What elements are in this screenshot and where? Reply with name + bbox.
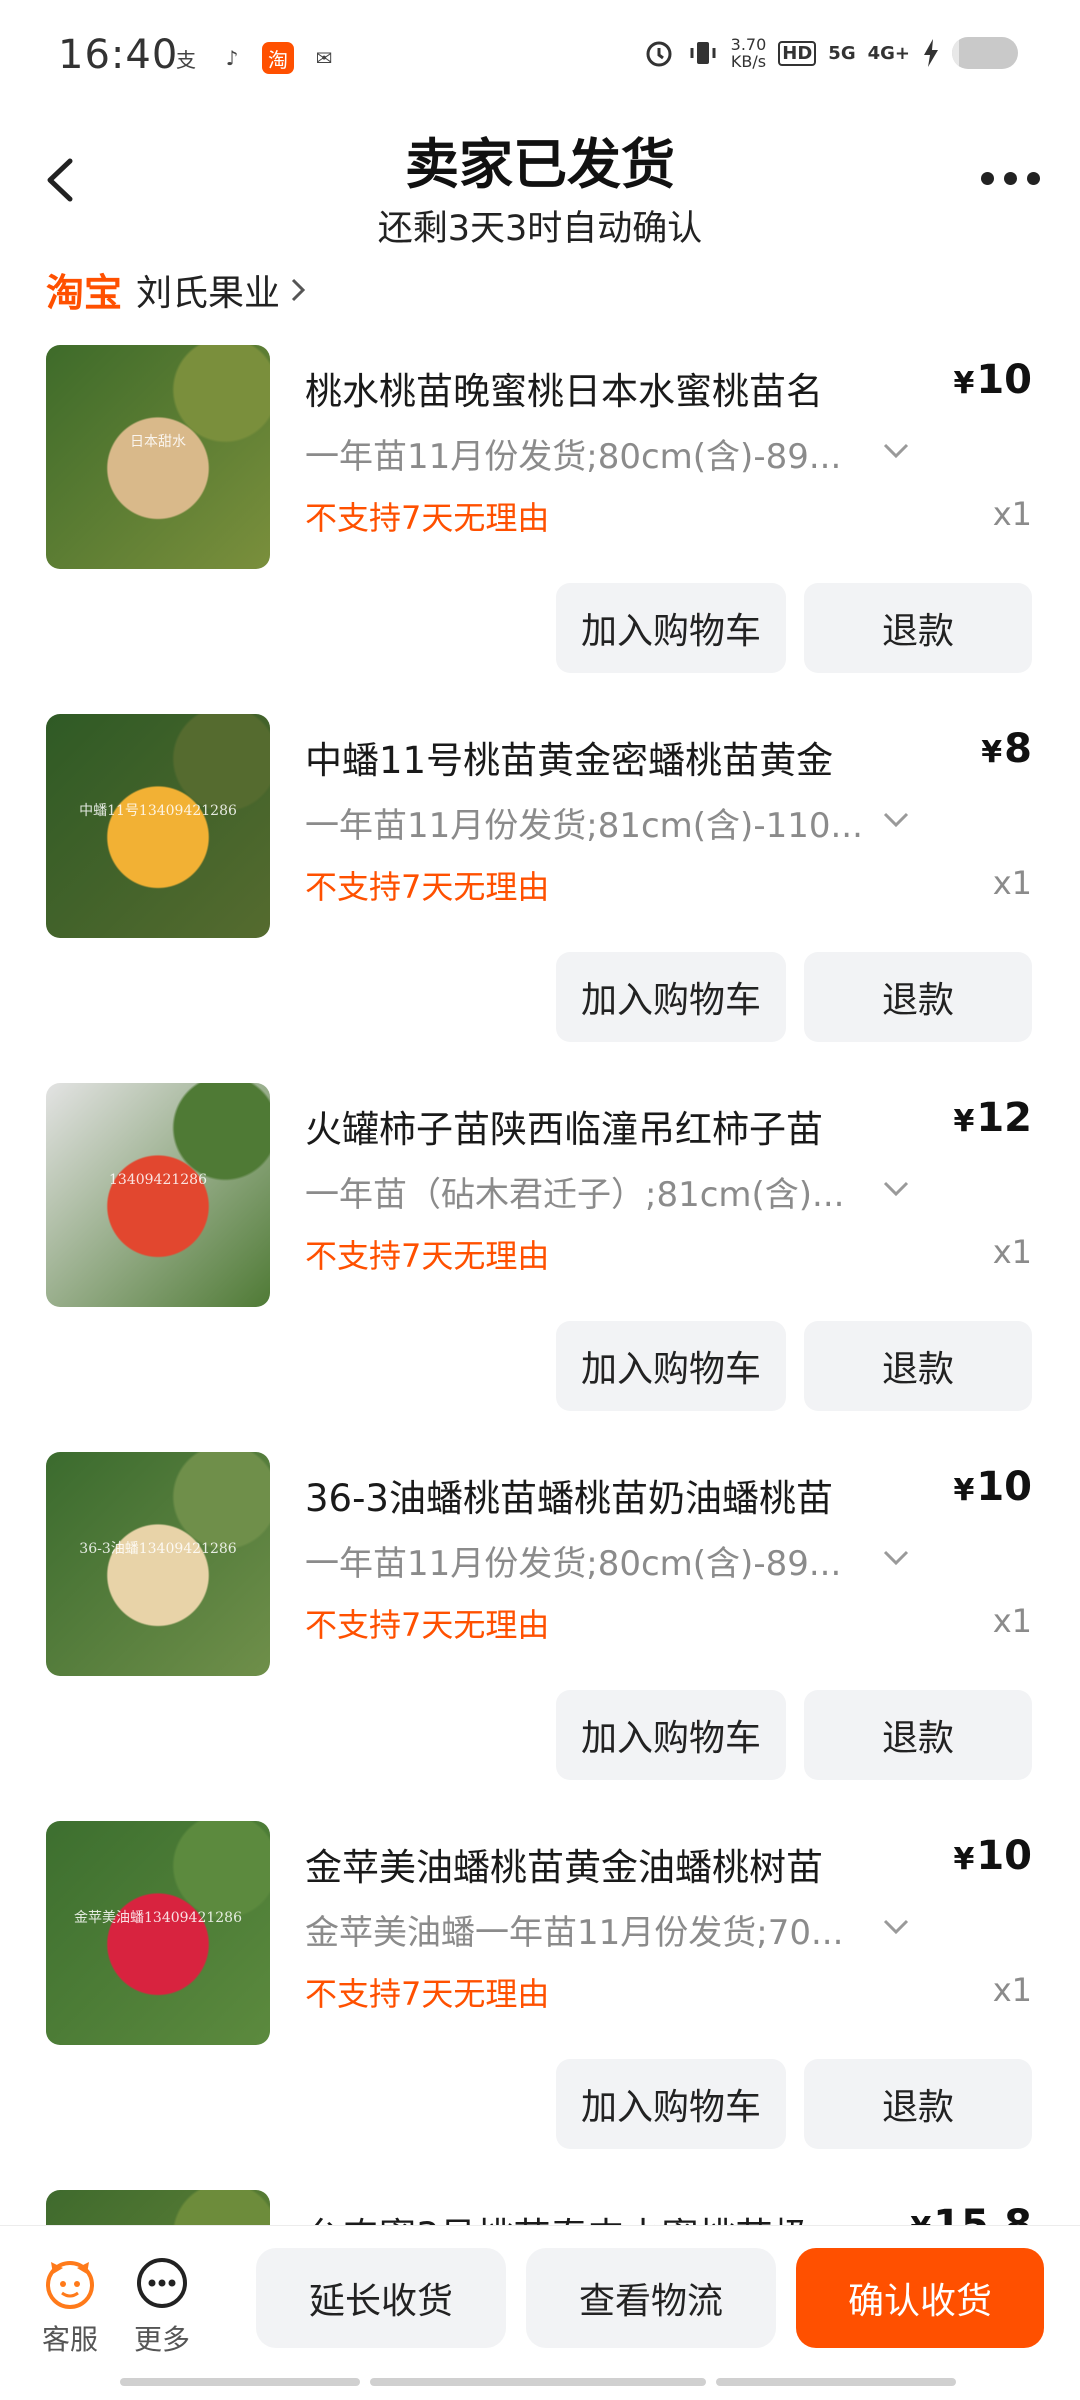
order-detail-screen: 16:40 支 ♪ 淘 ✉ 3.70 KB/s HD 5G 4G+ 卖家已发货 …: [0, 0, 1080, 2400]
customer-service-icon: [46, 2261, 94, 2309]
order-item: 金苹美油蟠13409421286 金苹美油蟠桃苗黄金油蟠桃树苗 ¥10 金苹美油…: [0, 1821, 1080, 2151]
product-spec[interactable]: 一年苗（砧木君迁子）;81cm(含)...: [305, 1167, 865, 1216]
tiktok-icon: ♪: [225, 46, 239, 70]
return-policy-note: 不支持7天无理由: [305, 499, 550, 537]
order-item: 日本甜水 桃水桃苗晚蜜桃日本水蜜桃苗名 ¥10 一年苗11月份发货;80cm(含…: [0, 345, 1080, 675]
battery-level: [952, 37, 959, 69]
chevron-down-icon[interactable]: [882, 1548, 910, 1568]
return-policy-note: 不支持7天无理由: [305, 1975, 550, 2013]
product-spec[interactable]: 一年苗11月份发货;81cm(含)-110...: [305, 798, 865, 847]
add-to-cart-button[interactable]: 加入购物车: [556, 2059, 786, 2149]
product-name[interactable]: 中蟠11号桃苗黄金密蟠桃苗黄金: [305, 730, 905, 784]
battery-indicator: [952, 37, 1018, 69]
product-quantity: x1: [992, 1971, 1032, 2009]
net-speed: 3.70 KB/s: [730, 35, 767, 71]
product-quantity: x1: [992, 1602, 1032, 1640]
product-image[interactable]: 金苹美油蟠13409421286: [46, 1821, 270, 2045]
add-to-cart-button[interactable]: 加入购物车: [556, 583, 786, 673]
extend-receipt-button[interactable]: 延长收货: [256, 2248, 506, 2348]
refund-button[interactable]: 退款: [804, 1321, 1032, 1411]
product-price: ¥8: [981, 726, 1032, 772]
chevron-down-icon[interactable]: [882, 441, 910, 461]
customer-service-button[interactable]: 客服: [30, 2256, 110, 2358]
signal-4g-indicator: 4G+: [867, 42, 910, 64]
taobao-logo: 淘宝: [46, 271, 123, 315]
product-name[interactable]: 火罐柿子苗陕西临潼吊红柿子苗: [305, 1099, 905, 1153]
taobao-icon: 淘: [262, 42, 294, 74]
product-name[interactable]: 36-3油蟠桃苗蟠桃苗奶油蟠桃苗: [305, 1468, 905, 1522]
more-options-icon[interactable]: [981, 172, 1040, 185]
page-title: 卖家已发货: [405, 133, 675, 196]
product-image[interactable]: 日本甜水: [46, 345, 270, 569]
product-price: ¥12: [953, 1095, 1032, 1141]
status-bar: 16:40 支 ♪ 淘 ✉ 3.70 KB/s HD 5G 4G+: [0, 0, 1080, 110]
add-to-cart-button[interactable]: 加入购物车: [556, 952, 786, 1042]
refund-button[interactable]: 退款: [804, 952, 1032, 1042]
system-indicators: 3.70 KB/s HD 5G 4G+: [643, 36, 1018, 70]
vibrate-icon: [690, 42, 716, 64]
product-image[interactable]: 中蟠11号13409421286: [46, 714, 270, 938]
alarm-icon: [646, 41, 672, 67]
hd-indicator: HD: [778, 40, 817, 66]
shop-link[interactable]: 淘宝 刘氏果业: [46, 262, 308, 317]
customer-service-label: 客服: [41, 2323, 98, 2356]
chevron-down-icon[interactable]: [882, 810, 910, 830]
status-time: 16:40: [58, 32, 179, 78]
add-to-cart-button[interactable]: 加入购物车: [556, 1690, 786, 1780]
order-item: 36-3油蟠13409421286 36-3油蟠桃苗蟠桃苗奶油蟠桃苗 ¥10 一…: [0, 1452, 1080, 1782]
product-spec[interactable]: 金苹美油蟠一年苗11月份发货;70...: [305, 1905, 865, 1954]
product-price: ¥10: [953, 357, 1032, 403]
order-item: 13409421286 火罐柿子苗陕西临潼吊红柿子苗 ¥12 一年苗（砧木君迁子…: [0, 1083, 1080, 1413]
product-name[interactable]: 桃水桃苗晚蜜桃日本水蜜桃苗名: [305, 361, 905, 415]
product-image[interactable]: 36-3油蟠13409421286: [46, 1452, 270, 1676]
view-logistics-button[interactable]: 查看物流: [526, 2248, 776, 2348]
gesture-bar: [716, 2378, 956, 2386]
charging-icon: [924, 39, 938, 67]
page-subtitle: 还剩3天3时自动确认: [377, 209, 703, 249]
product-spec[interactable]: 一年苗11月份发货;80cm(含)-89...: [305, 429, 865, 478]
product-spec[interactable]: 一年苗11月份发货;80cm(含)-89...: [305, 1536, 865, 1585]
more-circle-icon: [137, 2258, 187, 2308]
confirm-receipt-button[interactable]: 确认收货: [796, 2248, 1044, 2348]
wechat-icon: ✉: [315, 46, 333, 70]
chevron-down-icon[interactable]: [882, 1917, 910, 1937]
product-name[interactable]: 金苹美油蟠桃苗黄金油蟠桃树苗: [305, 1837, 905, 1891]
order-item: 中蟠11号13409421286 中蟠11号桃苗黄金密蟠桃苗黄金 ¥8 一年苗1…: [0, 714, 1080, 1044]
add-to-cart-button[interactable]: 加入购物车: [556, 1321, 786, 1411]
alipay-icon: 支: [176, 47, 196, 72]
signal-5g-indicator: 5G: [828, 42, 856, 64]
bottom-action-bar: 客服 更多 延长收货 查看物流 确认收货: [0, 2225, 1080, 2400]
return-policy-note: 不支持7天无理由: [305, 1237, 550, 1275]
product-price: ¥10: [953, 1833, 1032, 1879]
product-price: ¥10: [953, 1464, 1032, 1510]
product-quantity: x1: [992, 1233, 1032, 1271]
gesture-bar: [370, 2378, 706, 2386]
chevron-down-icon[interactable]: [882, 1179, 910, 1199]
refund-button[interactable]: 退款: [804, 1690, 1032, 1780]
return-policy-note: 不支持7天无理由: [305, 1606, 550, 1644]
refund-button[interactable]: 退款: [804, 2059, 1032, 2149]
more-button[interactable]: 更多: [122, 2256, 202, 2358]
gesture-bar: [120, 2378, 360, 2386]
more-label: 更多: [133, 2323, 190, 2356]
chevron-right-icon: [291, 278, 306, 301]
shop-name: 刘氏果业: [136, 272, 281, 314]
notification-icons: 支 ♪ 淘 ✉: [170, 42, 340, 74]
product-quantity: x1: [992, 495, 1032, 533]
product-quantity: x1: [992, 864, 1032, 902]
refund-button[interactable]: 退款: [804, 583, 1032, 673]
product-image[interactable]: 13409421286: [46, 1083, 270, 1307]
return-policy-note: 不支持7天无理由: [305, 868, 550, 906]
